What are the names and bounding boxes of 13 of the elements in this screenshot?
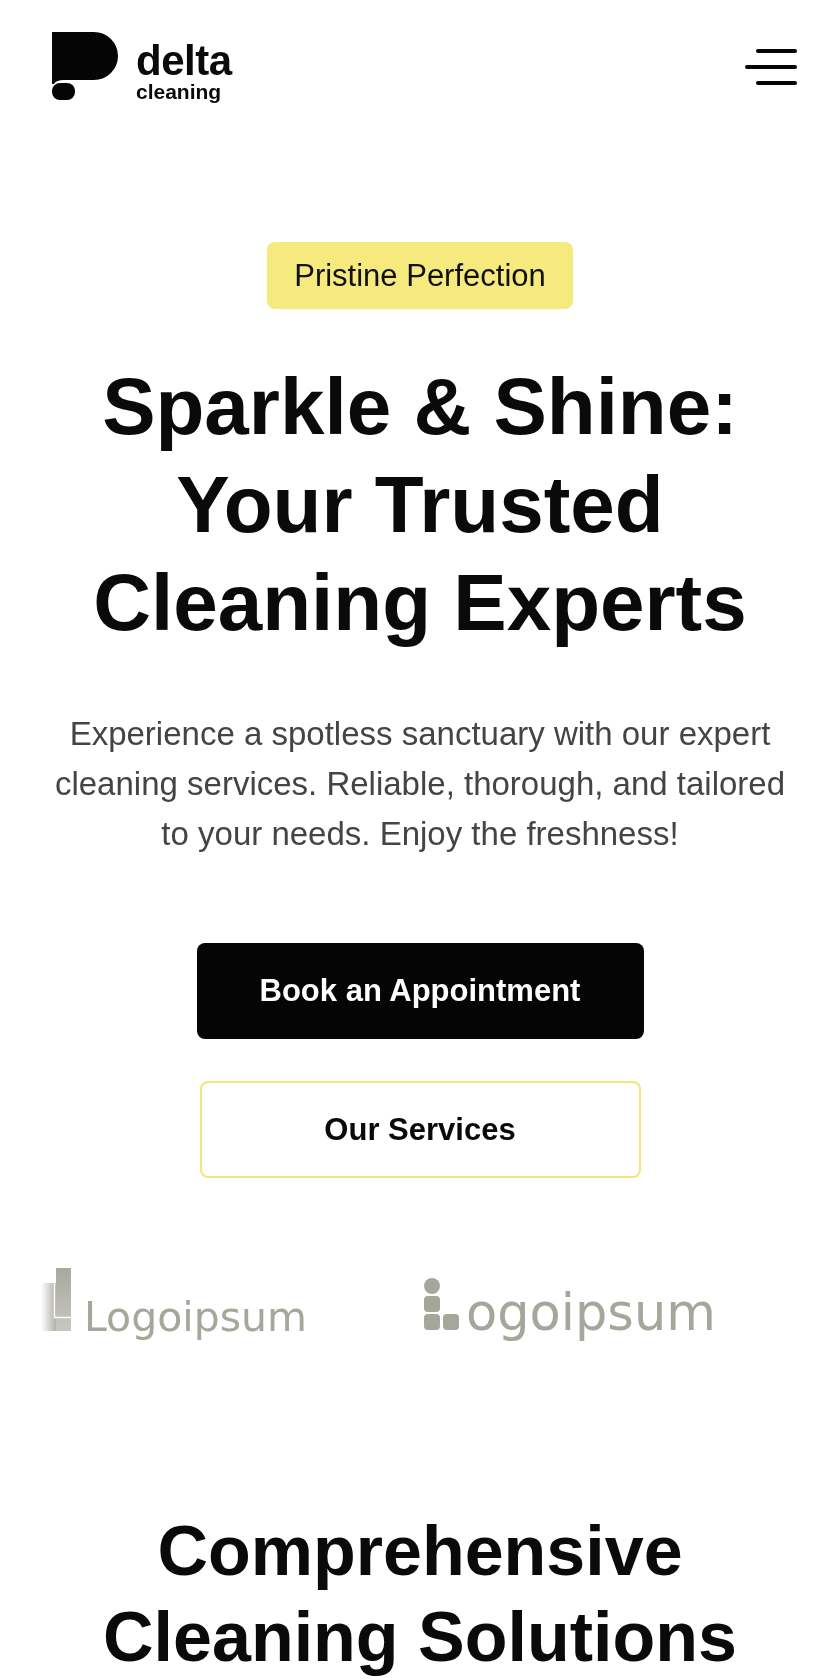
- brand-tagline: cleaning: [136, 81, 223, 102]
- primary-button[interactable]: Book an Appointment: [196, 943, 644, 1039]
- bars-logo-icon: [41, 1268, 71, 1331]
- tagline-badge: Pristine Perfection: [267, 242, 573, 309]
- hero-description: Experience a spotless sanctuary with our expert cleaning services. Reliable, thorough, and tailored to your needs. Enjoy the freshness!: [53, 714, 787, 854]
- secondary-button[interactable]: Our Services: [199, 1081, 641, 1178]
- section-title: Comprehensive Cleaning Solutions: [102, 1511, 738, 1678]
- blocks-logo-icon: [424, 1278, 460, 1330]
- brand-name: delta: [136, 41, 232, 81]
- menu-icon[interactable]: [745, 49, 797, 85]
- hero-title: Sparkle & Shine: Your Trusted Cleaning Experts: [92, 361, 748, 649]
- logo-wordmark: Logoipsum: [84, 1297, 308, 1338]
- logo-icon: [52, 32, 118, 100]
